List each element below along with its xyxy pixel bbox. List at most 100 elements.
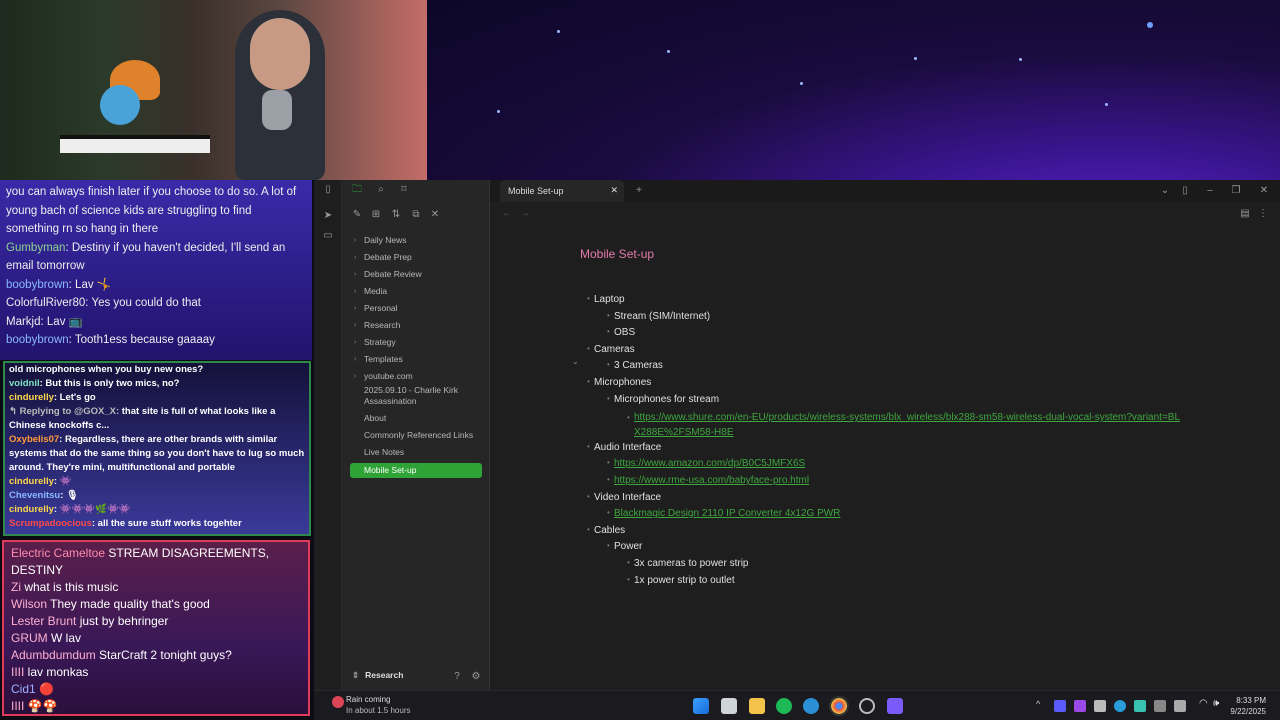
more-options-icon[interactable]: ⋮: [1256, 207, 1270, 221]
chat-username[interactable]: Adumbdumdum: [11, 648, 96, 662]
chat-username[interactable]: boobybrown: [6, 279, 69, 291]
folder-item[interactable]: › Research: [350, 318, 482, 333]
folder-item[interactable]: › Templates: [350, 352, 482, 367]
forward-icon[interactable]: →: [518, 207, 532, 221]
sidebar-toggle-icon[interactable]: ▯: [321, 183, 335, 197]
chat-username[interactable]: ↰ Replying to @GOX_X:: [9, 406, 119, 417]
chat-username[interactable]: cindurelly: [9, 504, 54, 515]
clock-date[interactable]: 9/22/2025: [1220, 707, 1266, 716]
chevron-right-icon: ›: [354, 373, 357, 380]
outline-link[interactable]: • https://www.shure.com/en-EU/products/wi…: [627, 410, 1184, 440]
chat-username[interactable]: cindurelly: [9, 392, 54, 403]
chevron-down-icon[interactable]: ⌄: [1158, 184, 1172, 198]
folder-item[interactable]: › Strategy: [350, 335, 482, 350]
chrome-icon[interactable]: [829, 696, 849, 716]
weather-title[interactable]: Rain coming: [346, 695, 390, 704]
layout-icon[interactable]: ▭: [321, 229, 335, 243]
edge-icon[interactable]: [803, 698, 819, 714]
chat-username[interactable]: Electric Cameltoe: [11, 546, 105, 560]
chat-username[interactable]: IIII: [11, 699, 24, 713]
tray-app-icon[interactable]: [1114, 700, 1126, 712]
tray-chevron-icon[interactable]: ^: [1036, 699, 1040, 709]
tab-mobile-setup[interactable]: Mobile Set-up ✕: [500, 180, 624, 202]
file-item[interactable]: Live Notes: [350, 447, 482, 458]
outline-link[interactable]: • Blackmagic Design 2110 IP Converter 4x1…: [607, 508, 840, 519]
folder-item[interactable]: › Personal: [350, 301, 482, 316]
folder-icon[interactable]: 🗀: [350, 183, 364, 197]
send-icon[interactable]: ➤: [321, 209, 335, 223]
tray-app-icon[interactable]: [1134, 700, 1146, 712]
chat-username[interactable]: boobybrown: [6, 334, 69, 346]
chat-username[interactable]: cindurelly: [9, 476, 54, 487]
folder-item[interactable]: › Debate Prep: [350, 250, 482, 265]
volume-icon[interactable]: 🕪: [1213, 698, 1219, 709]
chat-username[interactable]: Scrumpadoocious: [9, 518, 92, 529]
sidebar-right-icon[interactable]: ▯: [1178, 184, 1192, 198]
chat-username[interactable]: Cid1: [11, 682, 36, 696]
folder-label: Strategy: [364, 337, 396, 347]
folder-item[interactable]: › Debate Review: [350, 267, 482, 282]
close-tab-icon[interactable]: ✕: [610, 185, 618, 196]
chat-username[interactable]: IIII: [11, 665, 24, 679]
task-view-icon[interactable]: [721, 698, 737, 714]
collapse-icon[interactable]: ⧉: [409, 208, 423, 222]
wifi-icon[interactable]: ◠: [1199, 698, 1208, 709]
reading-view-icon[interactable]: ▤: [1238, 207, 1252, 221]
vault-switcher[interactable]: ⇕ Research: [352, 670, 403, 681]
tray-app-icon[interactable]: [1054, 700, 1066, 712]
help-icon[interactable]: ?: [450, 670, 464, 684]
sort-icon[interactable]: ⇅: [389, 208, 403, 222]
settings-icon[interactable]: ⚙: [469, 670, 483, 684]
new-note-icon[interactable]: ✎: [350, 208, 364, 222]
weather-icon: [332, 696, 344, 708]
tray-app-icon[interactable]: [1154, 700, 1166, 712]
folder-item[interactable]: › Media: [350, 284, 482, 299]
folder-label: Personal: [364, 303, 398, 313]
obs-icon[interactable]: [859, 698, 875, 714]
fold-chevron-icon[interactable]: ⌄: [572, 357, 579, 366]
close-all-icon[interactable]: ✕: [428, 208, 442, 222]
close-icon[interactable]: ✕: [1257, 184, 1271, 198]
tray-app-icon[interactable]: [1094, 700, 1106, 712]
start-icon[interactable]: [693, 698, 709, 714]
chat-username[interactable]: Oxybelis07: [9, 434, 59, 445]
obsidian-icon[interactable]: [887, 698, 903, 714]
chat-username[interactable]: Wilson: [11, 597, 47, 611]
back-icon[interactable]: ←: [500, 207, 514, 221]
outline-link[interactable]: • https://www.rme-usa.com/babyface-pro.ht…: [607, 475, 809, 486]
outline-text[interactable]: Blackmagic Design 2110 IP Converter 4x12…: [614, 508, 840, 519]
chat-username[interactable]: Chevenitsu: [9, 490, 60, 501]
folder-item[interactable]: › youtube.com: [350, 369, 482, 384]
file-item[interactable]: 2025.09.10 - Charlie Kirk Assassination: [350, 385, 482, 407]
file-explorer-icon[interactable]: [749, 698, 765, 714]
chat-username[interactable]: Markjd: [6, 316, 41, 328]
spotify-icon[interactable]: [776, 698, 792, 714]
file-item[interactable]: Mobile Set-up: [350, 463, 482, 478]
folder-item[interactable]: › Daily News: [350, 233, 482, 248]
new-tab-icon[interactable]: +: [632, 184, 646, 198]
maximize-icon[interactable]: ❐: [1229, 184, 1243, 198]
minimize-icon[interactable]: –: [1203, 184, 1217, 198]
chat-username[interactable]: Gumbyman: [6, 242, 65, 254]
file-item[interactable]: Commonly Referenced Links: [350, 430, 482, 441]
tray-app-icon[interactable]: [1074, 700, 1086, 712]
chat-username[interactable]: Zi: [11, 580, 21, 594]
clock-time[interactable]: 8:33 PM: [1228, 696, 1266, 705]
bookmark-icon[interactable]: ⌑: [397, 183, 411, 197]
outline-text[interactable]: https://www.amazon.com/dp/B0C5JMFX6S: [614, 458, 805, 469]
chat-text: : Yes you could do that: [85, 297, 201, 309]
chat-username[interactable]: Lester Brunt: [11, 614, 76, 628]
search-icon[interactable]: ⌕: [374, 183, 388, 197]
file-item[interactable]: About: [350, 413, 482, 424]
chat-username[interactable]: voidnil: [9, 378, 40, 389]
chat-text: They made quality that's good: [47, 597, 210, 611]
chat-message: Markjd: Lav 📺: [6, 313, 306, 332]
chat-panel-twitch: you can always finish later if you choos…: [0, 180, 312, 360]
chat-username[interactable]: ColorfulRiver80: [6, 297, 85, 309]
outline-text[interactable]: https://www.rme-usa.com/babyface-pro.htm…: [614, 475, 809, 486]
chat-username[interactable]: GRUM: [11, 631, 48, 645]
outline-link[interactable]: • https://www.amazon.com/dp/B0C5JMFX6S: [607, 458, 805, 469]
new-folder-icon[interactable]: ⊞: [369, 208, 383, 222]
tray-app-icon[interactable]: [1174, 700, 1186, 712]
outline-text[interactable]: https://www.shure.com/en-EU/products/wir…: [634, 412, 1180, 438]
